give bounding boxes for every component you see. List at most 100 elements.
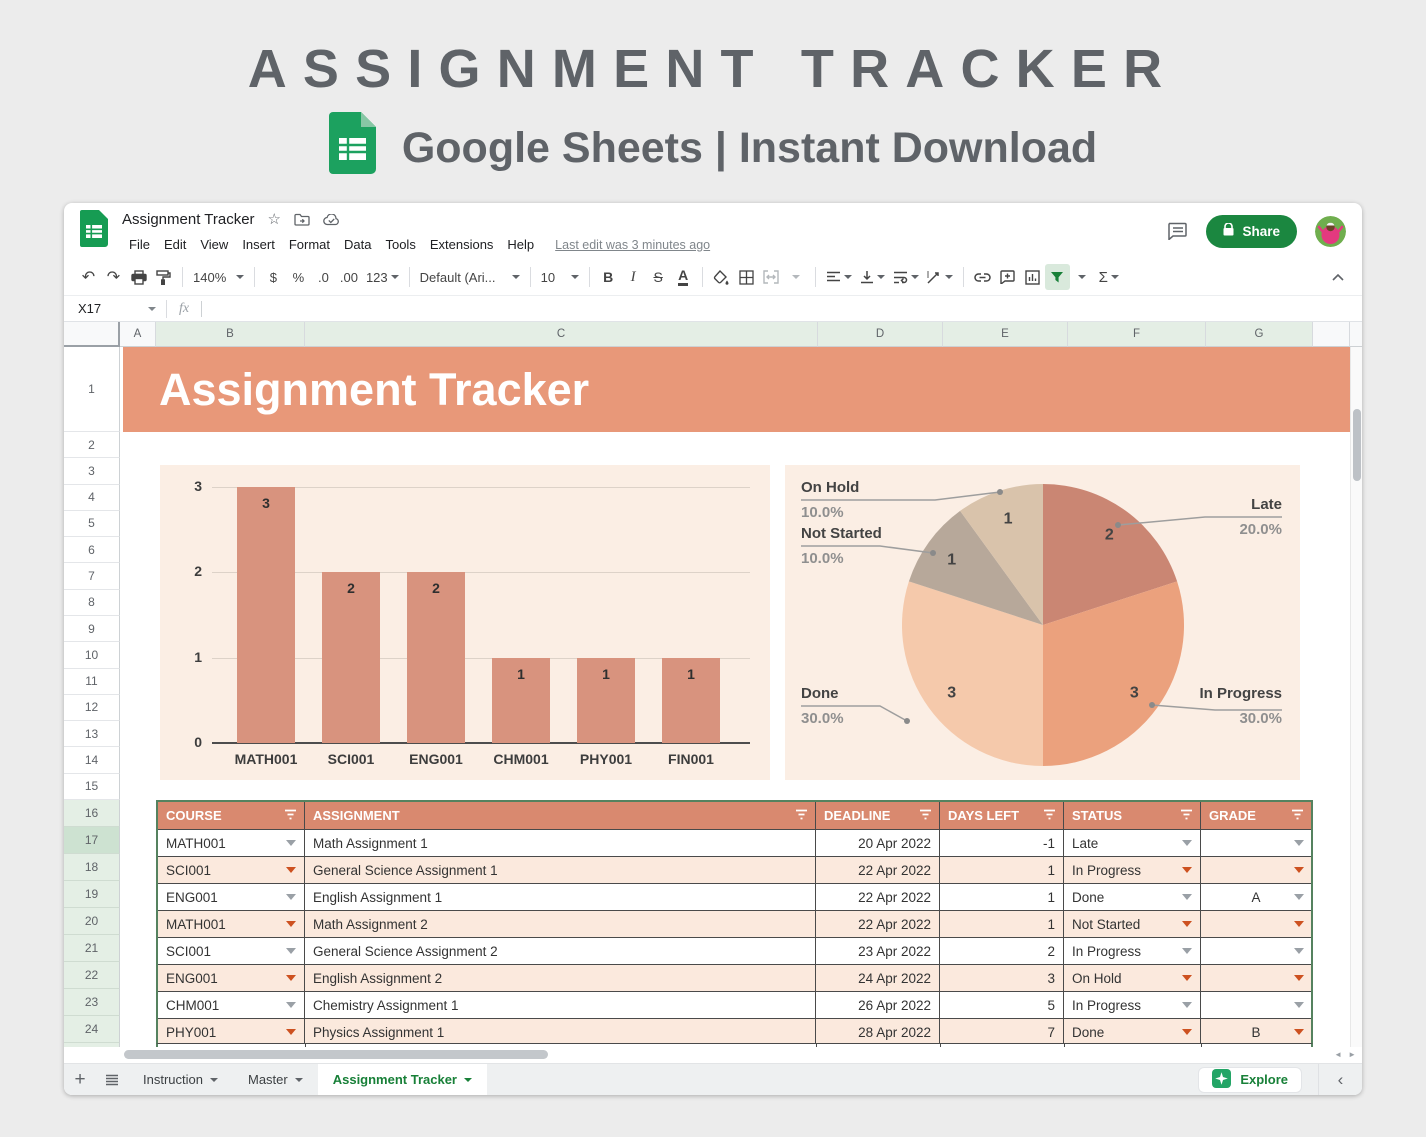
menu-edit[interactable]: Edit: [157, 237, 193, 252]
sheet-title-banner[interactable]: Assignment Tracker: [123, 347, 1350, 432]
bold-button[interactable]: B: [596, 264, 621, 290]
menu-format[interactable]: Format: [282, 237, 337, 252]
cell-grade[interactable]: [1201, 937, 1311, 964]
header-assignment[interactable]: ASSIGNMENT: [305, 802, 816, 829]
cell-status[interactable]: Done: [1064, 883, 1201, 910]
create-filter-icon[interactable]: [1045, 264, 1070, 290]
cell-days-left[interactable]: -1: [940, 829, 1064, 856]
cell-grade[interactable]: [1201, 964, 1311, 991]
user-avatar[interactable]: [1315, 216, 1346, 247]
insert-link-icon[interactable]: [970, 264, 995, 290]
row-header-1[interactable]: 1: [64, 347, 120, 432]
cell-days-left[interactable]: 1: [940, 856, 1064, 883]
cell-grade[interactable]: [1201, 829, 1311, 856]
sheet-canvas[interactable]: Assignment Tracker 01233MATH0012SCI0012E…: [120, 347, 1350, 1047]
cell-grade[interactable]: B: [1201, 1018, 1311, 1045]
formula-input[interactable]: [202, 296, 1362, 321]
horizontal-align-icon[interactable]: [822, 264, 856, 290]
decrease-decimals-button[interactable]: .0: [311, 264, 336, 290]
borders-icon[interactable]: [734, 264, 759, 290]
cell-days-left[interactable]: 2: [940, 937, 1064, 964]
dropdown-arrow-icon[interactable]: [1182, 867, 1192, 873]
row-header[interactable]: 16: [64, 800, 120, 827]
column-header-g[interactable]: G: [1206, 322, 1313, 347]
menu-insert[interactable]: Insert: [235, 237, 282, 252]
row-header[interactable]: 8: [64, 590, 120, 616]
functions-button[interactable]: Σ: [1095, 264, 1123, 290]
all-sheets-icon[interactable]: [96, 1064, 128, 1095]
column-header-a[interactable]: A: [120, 322, 156, 347]
redo-icon[interactable]: ↷: [101, 264, 126, 290]
dropdown-arrow-icon[interactable]: [286, 975, 296, 981]
filter-icon[interactable]: [919, 808, 932, 823]
dropdown-arrow-icon[interactable]: [1182, 894, 1192, 900]
dropdown-arrow-icon[interactable]: [1294, 975, 1304, 981]
dropdown-arrow-icon[interactable]: [286, 948, 296, 954]
menu-tools[interactable]: Tools: [378, 237, 422, 252]
cell-course[interactable]: CHM001: [158, 991, 305, 1018]
cell-grade[interactable]: [1201, 991, 1311, 1018]
row-header[interactable]: 2: [64, 432, 120, 458]
dropdown-arrow-icon[interactable]: [286, 1002, 296, 1008]
collapse-panel-icon[interactable]: ‹: [1318, 1064, 1362, 1095]
cell-deadline[interactable]: 26 Apr 2022: [816, 991, 940, 1018]
cloud-status-icon[interactable]: [323, 214, 340, 226]
last-edit-link[interactable]: Last edit was 3 minutes ago: [555, 238, 710, 252]
dropdown-arrow-icon[interactable]: [1294, 948, 1304, 954]
row-header[interactable]: 11: [64, 669, 120, 695]
row-header[interactable]: 3: [64, 458, 120, 484]
row-header[interactable]: 21: [64, 935, 120, 962]
dropdown-arrow-icon[interactable]: [286, 867, 296, 873]
insert-comment-icon[interactable]: [995, 264, 1020, 290]
scroll-right-icon[interactable]: ►: [1348, 1051, 1356, 1059]
menu-file[interactable]: File: [122, 237, 157, 252]
dropdown-arrow-icon[interactable]: [1294, 1002, 1304, 1008]
cell-status[interactable]: In Progress: [1064, 991, 1201, 1018]
cell-grade[interactable]: A: [1201, 883, 1311, 910]
header-course[interactable]: COURSE: [158, 802, 305, 829]
cell-days-left[interactable]: 7: [940, 1018, 1064, 1045]
undo-icon[interactable]: ↶: [76, 264, 101, 290]
cell-days-left[interactable]: 3: [940, 964, 1064, 991]
name-box[interactable]: X17: [64, 296, 166, 321]
text-rotation-icon[interactable]: [923, 264, 957, 290]
bar-MATH001[interactable]: [237, 487, 295, 743]
format-currency-button[interactable]: $: [261, 264, 286, 290]
row-header[interactable]: 13: [64, 721, 120, 747]
row-header[interactable]: 14: [64, 747, 120, 773]
dropdown-arrow-icon[interactable]: [1294, 894, 1304, 900]
fill-color-icon[interactable]: [709, 264, 734, 290]
merge-cells-caret[interactable]: [784, 264, 809, 290]
dropdown-arrow-icon[interactable]: [286, 894, 296, 900]
cell-assignment[interactable]: General Science Assignment 2: [305, 937, 816, 964]
cell-deadline[interactable]: 22 Apr 2022: [816, 883, 940, 910]
row-header[interactable]: 6: [64, 537, 120, 563]
move-to-folder-icon[interactable]: [294, 213, 310, 226]
comment-history-icon[interactable]: [1168, 222, 1188, 240]
bar-chart[interactable]: 01233MATH0012SCI0012ENG0011CHM0011PHY001…: [160, 465, 770, 780]
row-header[interactable]: 19: [64, 881, 120, 908]
cell-status[interactable]: In Progress: [1064, 856, 1201, 883]
font-select[interactable]: Default (Ari...: [416, 264, 524, 290]
row-header[interactable]: 23: [64, 989, 120, 1016]
increase-decimals-button[interactable]: .00: [336, 264, 362, 290]
header-grade[interactable]: GRADE: [1201, 802, 1311, 829]
zoom-select[interactable]: 140%: [189, 264, 248, 290]
text-wrap-icon[interactable]: [889, 264, 923, 290]
filter-views-caret[interactable]: [1070, 264, 1095, 290]
vertical-align-icon[interactable]: [856, 264, 889, 290]
horizontal-scrollbar-thumb[interactable]: [124, 1050, 548, 1059]
dropdown-arrow-icon[interactable]: [1294, 840, 1304, 846]
column-header-e[interactable]: E: [943, 322, 1068, 347]
cell-course[interactable]: MATH001: [158, 829, 305, 856]
menu-extensions[interactable]: Extensions: [423, 237, 501, 252]
filter-icon[interactable]: [795, 808, 808, 823]
paint-format-icon[interactable]: [151, 264, 176, 290]
strikethrough-button[interactable]: S: [646, 264, 671, 290]
tab-master[interactable]: Master: [233, 1064, 318, 1095]
explore-button[interactable]: Explore: [1198, 1067, 1302, 1093]
cell-course[interactable]: ENG001: [158, 964, 305, 991]
cell-course[interactable]: ENG001: [158, 883, 305, 910]
star-icon[interactable]: ☆: [268, 212, 281, 227]
cell-course[interactable]: MATH001: [158, 910, 305, 937]
